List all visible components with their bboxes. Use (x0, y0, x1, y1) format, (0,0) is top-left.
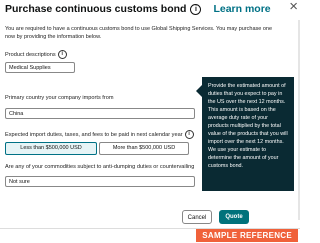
intro-text: You are required to have a continuous cu… (5, 26, 273, 40)
close-icon[interactable]: × (289, 0, 298, 15)
modal-title: Purchase continuous customs bond (5, 3, 187, 15)
info-icon[interactable]: i (184, 130, 194, 139)
info-icon[interactable]: i (190, 3, 202, 15)
info-icon[interactable]: i (57, 50, 67, 59)
expected-duties-label-text: Expected import duties, taxes, and fees … (5, 131, 183, 138)
learn-more-link[interactable]: Learn more (213, 3, 270, 15)
customs-bond-modal: Purchase continuous customs bond i Learn… (0, 0, 300, 243)
primary-country-label: Primary country your company imports fro… (5, 95, 114, 101)
cancel-button[interactable]: Cancel (182, 210, 212, 224)
product-descriptions-field[interactable]: Medical Supplies (5, 62, 75, 73)
scrollbar[interactable] (298, 20, 300, 220)
product-descriptions-label: Product descriptions i (5, 50, 67, 59)
expected-duties-label: Expected import duties, taxes, and fees … (5, 130, 194, 139)
anti-dumping-field[interactable]: Not sure (5, 176, 195, 187)
sample-reference-stamp: SAMPLE REFERENCE (196, 229, 298, 242)
duties-tooltip: Provide the estimated amount of duties t… (196, 77, 294, 191)
product-descriptions-label-text: Product descriptions (5, 51, 56, 58)
duties-option-less[interactable]: Less than $500,000 USD (5, 142, 97, 155)
anti-dumping-label: Are any of your commodities subject to a… (5, 164, 195, 170)
duties-option-more[interactable]: More than $500,000 USD (99, 142, 189, 155)
primary-country-field[interactable]: China (5, 108, 195, 119)
quote-button[interactable]: Quote (219, 210, 249, 224)
modal-header: Purchase continuous customs bond i Learn… (5, 1, 280, 17)
